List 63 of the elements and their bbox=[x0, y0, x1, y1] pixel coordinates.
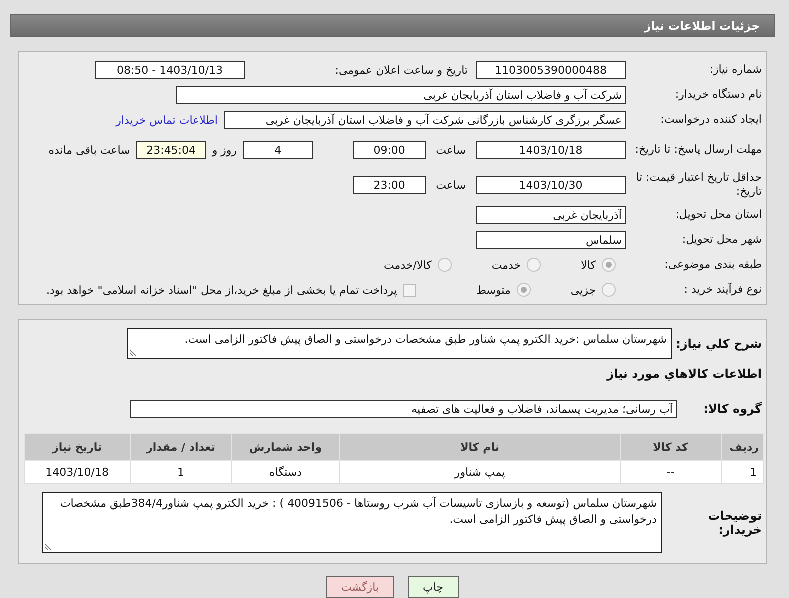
radio-label: جزیی bbox=[570, 284, 596, 296]
requester-field: عسگر برزگری کارشناس بازرگانی شرکت آب و فاضلاب استان آذربایجان غربی bbox=[224, 111, 626, 129]
field-label: مهلت ارسال پاسخ: تا تاریخ: bbox=[634, 143, 762, 157]
page-header: جزئیات اطلاعات نیاز bbox=[10, 14, 775, 37]
radio-label: کالا/خدمت bbox=[384, 258, 432, 272]
buyer-notes-field: شهرستان سلماس (توسعه و بازسازی تاسیسات آب شرب روستاها - 40091506 ) : خرید الکترو پمپ شناور384/4طبق مشخصات درخواستی و الصاق پیش فاکتور الزامی است. bbox=[42, 492, 662, 553]
radio-label: متوسط bbox=[476, 284, 511, 296]
radio-button[interactable] bbox=[527, 258, 542, 272]
field-label: شرح کلي نياز: bbox=[675, 336, 762, 350]
table-cell: -- bbox=[620, 460, 721, 484]
time-label: ساعت bbox=[436, 178, 466, 192]
province-field: آذربایجان غربی bbox=[476, 206, 626, 224]
days-label: روز و bbox=[212, 144, 238, 156]
buyer-contact-link[interactable]: اطلاعات تماس خریدار bbox=[116, 114, 218, 126]
column-header: ردیف bbox=[721, 434, 764, 460]
column-header: تاریخ نیاز bbox=[24, 434, 130, 460]
table-cell: دستگاه bbox=[232, 460, 340, 484]
field-label: نوع فرآیند خرید : bbox=[683, 283, 762, 297]
table-cell: پمپ شناور bbox=[340, 460, 620, 484]
goods-group-field: آب رسانی؛ مدیریت پسماند، فاضلاب و فعالیت های تصفیه bbox=[130, 400, 677, 418]
table-cell: 1 bbox=[130, 460, 232, 484]
resize-grip-icon[interactable] bbox=[45, 541, 54, 550]
time-label: ساعت bbox=[436, 144, 466, 156]
field-label: تاریخ و ساعت اعلان عمومی: bbox=[335, 64, 468, 76]
back-button[interactable]: بازگشت bbox=[326, 576, 394, 598]
field-label: شهر محل تحویل: bbox=[681, 233, 762, 247]
field-label: گروه کالا: bbox=[702, 402, 762, 416]
city-field: سلماس bbox=[476, 231, 626, 249]
radio-button[interactable] bbox=[602, 258, 616, 272]
column-header: کد کالا bbox=[620, 434, 721, 460]
field-label: توضیحات خریدار: bbox=[707, 508, 762, 536]
column-header: تعداد / مقدار bbox=[130, 434, 232, 460]
field-label: حداقل تاریخ اعتبار قیمت: تا تاریخ: bbox=[635, 171, 762, 199]
date-field: 1403/10/30 bbox=[476, 176, 626, 194]
date-field: 1403/10/18 bbox=[476, 141, 626, 159]
need-number-field: 1103005390000488 bbox=[476, 61, 626, 79]
remaining-time-field: 23:45:04 bbox=[136, 141, 206, 159]
remaining-label: ساعت باقی مانده bbox=[48, 144, 130, 156]
radio-button[interactable] bbox=[602, 283, 616, 297]
buyer-org-field: شرکت آب و فاضلاب استان آذربایجان غربی bbox=[176, 86, 626, 104]
checkbox-label: پرداخت تمام یا بخشی از مبلغ خرید،از محل "اسناد خزانه اسلامی" خواهد بود. bbox=[46, 284, 398, 296]
time-field: 23:00 bbox=[353, 176, 426, 194]
field-label: نام دستگاه خریدار: bbox=[674, 88, 762, 102]
column-header: واحد شمارش bbox=[232, 434, 340, 460]
announce-date-field: 1403/10/13 - 08:50 bbox=[95, 61, 245, 79]
days-field: 4 bbox=[243, 141, 314, 159]
time-field: 09:00 bbox=[353, 141, 426, 159]
field-label: شماره نیاز: bbox=[708, 63, 762, 77]
table-cell: 1403/10/18 bbox=[24, 460, 130, 484]
field-label: استان محل تحویل: bbox=[674, 208, 762, 222]
radio-label: خدمت bbox=[492, 258, 522, 272]
radio-label: کالا bbox=[581, 258, 596, 272]
field-label: ایجاد کننده درخواست: bbox=[660, 113, 762, 127]
radio-button[interactable] bbox=[516, 283, 531, 297]
field-label: طبقه بندی موضوعی: bbox=[664, 258, 762, 272]
table-cell: 1 bbox=[721, 460, 764, 484]
print-button[interactable]: چاپ bbox=[408, 576, 459, 598]
checkbox[interactable] bbox=[403, 284, 416, 296]
description-field: شهرستان سلماس :خرید الکترو پمپ شناور طبق مشخصات درخواستی و الصاق پیش فاکتور الزامی است. bbox=[127, 328, 672, 359]
section-title: اطلاعات کالاهاي مورد نياز bbox=[606, 367, 762, 381]
radio-button[interactable] bbox=[438, 258, 452, 272]
column-header: نام کالا bbox=[340, 434, 620, 460]
resize-grip-icon[interactable] bbox=[130, 347, 139, 356]
